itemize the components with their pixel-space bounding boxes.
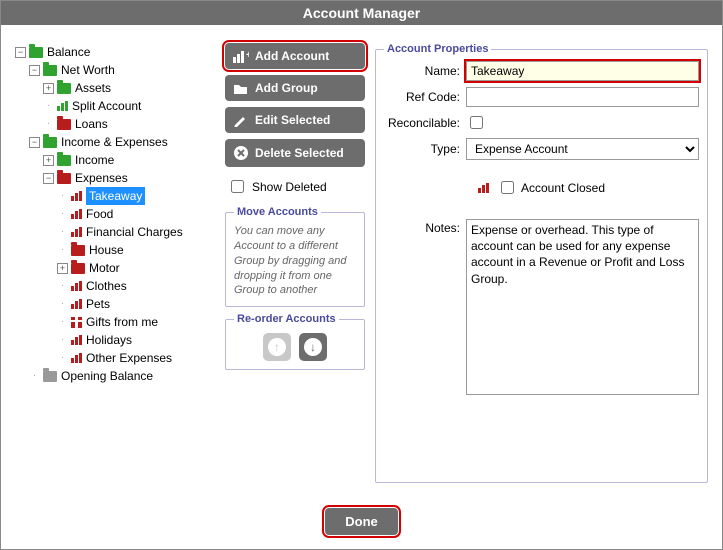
tree-net-worth[interactable]: Net Worth — [61, 61, 115, 79]
bars-icon — [71, 227, 82, 237]
notes-textarea[interactable] — [466, 219, 699, 395]
tree-item-pets[interactable]: Pets — [86, 295, 110, 313]
tree-item-financial-charges[interactable]: Financial Charges — [86, 223, 183, 241]
reconcilable-label: Reconcilable: — [384, 116, 460, 130]
tree-item-other-expenses[interactable]: Other Expenses — [86, 349, 172, 367]
tree-leaf-icon: · — [43, 115, 54, 133]
folder-icon — [43, 371, 57, 382]
tree-collapse-icon[interactable]: − — [15, 47, 26, 58]
tree-leaf-icon: · — [57, 295, 68, 313]
bars-icon — [71, 299, 82, 309]
add-group-label: Add Group — [255, 81, 318, 95]
tree-collapse-icon[interactable]: − — [43, 173, 54, 184]
bars-icon — [71, 191, 82, 201]
done-button[interactable]: Done — [325, 508, 398, 535]
add-group-icon — [233, 81, 249, 95]
folder-icon — [71, 263, 85, 274]
folder-icon — [43, 137, 57, 148]
tree-leaf-icon: · — [29, 367, 40, 385]
reorder-accounts-group: Re-order Accounts ↑ ↓ — [225, 313, 365, 370]
tree-leaf-icon: · — [57, 223, 68, 241]
name-label: Name: — [384, 64, 460, 78]
folder-icon — [29, 47, 43, 58]
tree-root[interactable]: Balance — [47, 43, 90, 61]
tree-item-gifts[interactable]: Gifts from me — [86, 313, 158, 331]
name-input[interactable] — [466, 61, 699, 81]
tree-expand-icon[interactable]: + — [57, 263, 68, 274]
tree-expenses[interactable]: Expenses — [75, 169, 128, 187]
tree-leaf-icon: · — [57, 241, 68, 259]
account-closed-label: Account Closed — [521, 181, 605, 195]
bars-icon — [71, 281, 82, 291]
reorder-down-button[interactable]: ↓ — [299, 333, 327, 361]
delete-selected-button[interactable]: Delete Selected — [225, 139, 365, 167]
tree-leaf-icon: · — [57, 331, 68, 349]
tree-item-holidays[interactable]: Holidays — [86, 331, 132, 349]
tree-item-food[interactable]: Food — [86, 205, 113, 223]
ref-code-input[interactable] — [466, 87, 699, 107]
gift-icon — [71, 317, 82, 328]
reorder-accounts-legend: Re-order Accounts — [234, 313, 339, 325]
bars-icon — [57, 101, 68, 111]
delete-icon — [233, 145, 249, 161]
tree-loans[interactable]: Loans — [75, 115, 108, 133]
folder-icon — [43, 65, 57, 76]
tree-item-motor[interactable]: Motor — [89, 259, 120, 277]
tree-expand-icon[interactable]: + — [43, 155, 54, 166]
type-select[interactable]: Expense Account — [466, 138, 699, 160]
account-properties-group: Account Properties Name: Ref Code: Recon… — [375, 43, 708, 483]
delete-selected-label: Delete Selected — [255, 146, 344, 160]
bars-icon — [71, 209, 82, 219]
arrow-down-icon: ↓ — [304, 338, 322, 356]
add-account-label: Add Account — [255, 49, 329, 63]
account-properties-legend: Account Properties — [384, 43, 491, 55]
add-group-button[interactable]: Add Group — [225, 75, 365, 101]
show-deleted-checkbox[interactable] — [231, 180, 244, 193]
notes-label: Notes: — [384, 219, 460, 395]
tree-leaf-icon: · — [57, 187, 68, 205]
ref-code-label: Ref Code: — [384, 90, 460, 104]
tree-item-house[interactable]: House — [89, 241, 124, 259]
tree-income[interactable]: Income — [75, 151, 114, 169]
add-account-icon: + — [233, 49, 249, 63]
folder-icon — [57, 155, 71, 166]
tree-leaf-icon: · — [43, 97, 54, 115]
tree-opening-balance[interactable]: Opening Balance — [61, 367, 153, 385]
tree-collapse-icon[interactable]: − — [29, 65, 40, 76]
arrow-up-icon: ↑ — [268, 338, 286, 356]
pencil-icon — [233, 113, 249, 127]
bars-icon — [478, 183, 489, 193]
tree-item-takeaway[interactable]: Takeaway — [86, 187, 145, 205]
tree-leaf-icon: · — [57, 205, 68, 223]
account-tree[interactable]: −Balance −Net Worth +Assets ·Split Accou… — [15, 43, 215, 483]
folder-icon — [57, 119, 71, 130]
edit-selected-button[interactable]: Edit Selected — [225, 107, 365, 133]
folder-icon — [57, 83, 71, 94]
window-title: Account Manager — [1, 1, 722, 25]
reorder-up-button: ↑ — [263, 333, 291, 361]
move-accounts-group: Move Accounts You can move any Account t… — [225, 206, 365, 307]
tree-income-expenses[interactable]: Income & Expenses — [61, 133, 168, 151]
tree-collapse-icon[interactable]: − — [29, 137, 40, 148]
folder-icon — [57, 173, 71, 184]
svg-text:+: + — [246, 50, 249, 61]
folder-icon — [71, 245, 85, 256]
edit-selected-label: Edit Selected — [255, 113, 330, 127]
bars-icon — [71, 353, 82, 363]
tree-leaf-icon: · — [57, 349, 68, 367]
reconcilable-checkbox[interactable] — [470, 116, 483, 129]
add-account-button[interactable]: + Add Account — [225, 43, 365, 69]
tree-item-clothes[interactable]: Clothes — [86, 277, 127, 295]
account-closed-checkbox[interactable] — [501, 181, 514, 194]
tree-expand-icon[interactable]: + — [43, 83, 54, 94]
bars-icon — [71, 335, 82, 345]
show-deleted-label: Show Deleted — [252, 180, 327, 194]
tree-assets[interactable]: Assets — [75, 79, 111, 97]
tree-split-account[interactable]: Split Account — [72, 97, 141, 115]
move-accounts-legend: Move Accounts — [234, 206, 321, 218]
tree-leaf-icon: · — [57, 277, 68, 295]
type-label: Type: — [384, 142, 460, 156]
tree-leaf-icon: · — [57, 313, 68, 331]
move-accounts-hint: You can move any Account to a different … — [234, 224, 356, 298]
